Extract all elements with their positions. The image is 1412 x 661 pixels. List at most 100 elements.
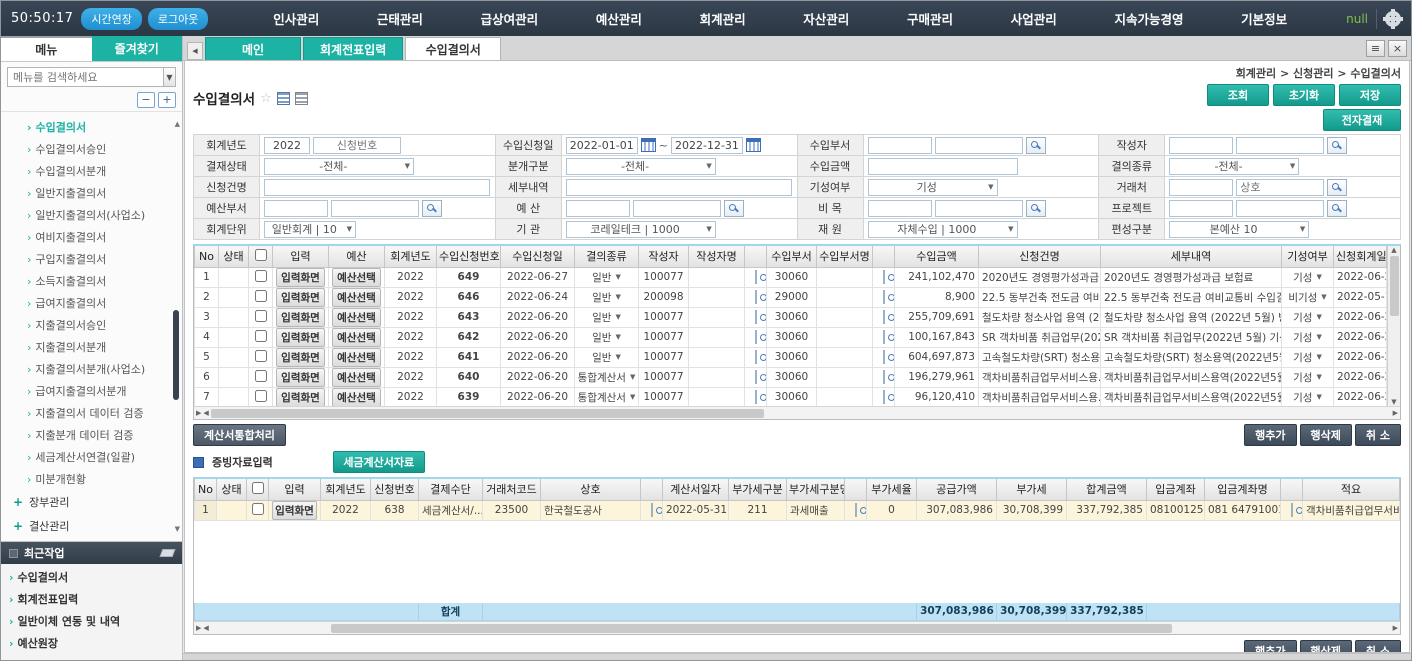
extend-time-button[interactable]: 시간연장: [81, 8, 141, 30]
evidence-grid-hscrollbar[interactable]: ▶◀ ▶: [194, 621, 1400, 634]
delete-row-button-bottom[interactable]: 행삭제: [1300, 640, 1352, 653]
date-from-input[interactable]: [566, 137, 638, 154]
code-input[interactable]: [566, 200, 630, 217]
decision-type-select[interactable]: 일반▼: [578, 290, 635, 305]
delete-row-button[interactable]: 행삭제: [1300, 424, 1352, 446]
sidebar-group[interactable]: +장부관리: [13, 490, 182, 514]
tab-list-icon[interactable]: ≡: [1366, 40, 1385, 57]
decision-type-select[interactable]: 일반▼: [578, 270, 635, 285]
topbar-menu-item[interactable]: 지속가능경영: [1114, 9, 1183, 28]
cancel-button-bottom[interactable]: 취 소: [1355, 640, 1401, 653]
add-row-button[interactable]: 행추가: [1244, 424, 1296, 446]
decision-type-cell[interactable]: 일반▼: [575, 287, 639, 307]
title-cell[interactable]: 객차비품취급업무서비스용...: [979, 367, 1101, 387]
search-button[interactable]: [1291, 503, 1293, 517]
filter-select[interactable]: -전체-▼: [566, 158, 716, 175]
clear-recent-icon[interactable]: [160, 549, 176, 557]
decision-type-select[interactable]: 일반▼: [578, 310, 635, 325]
sidebar-item[interactable]: ›지출결의서분개: [27, 336, 182, 358]
open-input-screen-button[interactable]: 입력화면: [276, 348, 325, 367]
doc-tab[interactable]: 수입결의서: [405, 37, 501, 60]
income-grid-row[interactable]: 5입력화면예산선택20226412022-06-20일반▼10007730060…: [195, 347, 1387, 367]
refresh-icon[interactable]: [295, 92, 308, 105]
hscroll-thumb[interactable]: [211, 409, 764, 418]
search-button[interactable]: [1327, 200, 1347, 217]
sidebar-item[interactable]: ›일반지출결의서(사업소): [27, 204, 182, 226]
search-button[interactable]: [1327, 137, 1347, 154]
title-cell[interactable]: 22.5 동부건축 전도금 여비...: [979, 287, 1101, 307]
save-button[interactable]: 저장: [1339, 84, 1401, 106]
title-cell[interactable]: 철도차량 청소사업 용역 (2...: [979, 307, 1101, 327]
code-input[interactable]: [868, 200, 932, 217]
calendar-icon[interactable]: [641, 138, 656, 152]
search-button[interactable]: [724, 200, 744, 217]
filter-select[interactable]: 일반회계 | 10▼: [264, 221, 356, 238]
text-input[interactable]: [566, 179, 792, 196]
grid-column-header[interactable]: [247, 479, 269, 500]
income-grid-row[interactable]: 1입력화면예산선택20226492022-06-27일반▼10007730060…: [195, 267, 1387, 287]
income-grid-hscrollbar[interactable]: ▶◀ ▶: [194, 406, 1400, 419]
topbar-menu-item[interactable]: 회계관리: [700, 9, 746, 28]
code-input[interactable]: [868, 137, 932, 154]
complete-select[interactable]: 기성▼: [1285, 270, 1330, 285]
complete-cell[interactable]: 비기성▼: [1282, 287, 1334, 307]
select-budget-button[interactable]: 예산선택: [332, 308, 381, 327]
topbar-menu-item[interactable]: 급상여관리: [481, 9, 539, 28]
complete-select[interactable]: 비기성▼: [1285, 290, 1330, 305]
tab-menu[interactable]: 메뉴: [1, 36, 92, 61]
tax-invoice-button[interactable]: 세금계산서자료: [333, 451, 425, 473]
sidebar-item[interactable]: ›미분개현황: [27, 468, 182, 490]
tree-scroll-thumb[interactable]: [173, 310, 179, 400]
search-button[interactable]: [883, 350, 885, 364]
search-button[interactable]: [755, 370, 757, 384]
decision-type-select[interactable]: 일반▼: [578, 330, 635, 345]
search-dropdown-icon[interactable]: ▼: [163, 67, 176, 87]
recent-item[interactable]: ›일반이체 연동 및 내역: [9, 610, 182, 632]
invoice-merge-button[interactable]: 계산서통합처리: [193, 424, 286, 446]
row-checkbox[interactable]: [255, 370, 267, 382]
name-input[interactable]: [331, 200, 419, 217]
search-button[interactable]: [755, 270, 757, 284]
tree-scrollbar[interactable]: ▲▼: [172, 120, 180, 533]
row-checkbox[interactable]: [255, 290, 267, 302]
calendar-icon[interactable]: [746, 138, 761, 152]
sidebar-group[interactable]: +결산관리: [13, 514, 182, 538]
complete-cell[interactable]: 기성▼: [1282, 347, 1334, 367]
open-input-screen-button[interactable]: 입력화면: [276, 388, 325, 407]
search-button[interactable]: [755, 310, 757, 324]
search-button[interactable]: [855, 503, 857, 517]
select-budget-button[interactable]: 예산선택: [332, 388, 381, 407]
sidebar-item[interactable]: ›지출결의서분개(사업소): [27, 358, 182, 380]
doc-tab[interactable]: 회계전표입력: [303, 37, 403, 60]
open-input-screen-button[interactable]: 입력화면: [276, 308, 325, 327]
search-button[interactable]: [883, 390, 885, 404]
name-input[interactable]: [633, 200, 721, 217]
gear-icon[interactable]: [1385, 11, 1401, 27]
decision-type-cell[interactable]: 일반▼: [575, 347, 639, 367]
select-all-checkbox[interactable]: [255, 249, 267, 261]
complete-select[interactable]: 기성▼: [1285, 370, 1330, 385]
row-checkbox[interactable]: [255, 390, 267, 402]
search-button[interactable]: [651, 503, 653, 517]
topbar-menu-item[interactable]: 예산관리: [596, 9, 642, 28]
sidebar-item[interactable]: ›수입결의서: [27, 116, 182, 138]
add-row-button-bottom[interactable]: 행추가: [1244, 640, 1296, 653]
row-checkbox[interactable]: [255, 330, 267, 342]
filter-select[interactable]: -전체-▼: [1169, 158, 1299, 175]
select-budget-button[interactable]: 예산선택: [332, 368, 381, 387]
close-icon[interactable]: ×: [1388, 40, 1407, 57]
complete-cell[interactable]: 기성▼: [1282, 267, 1334, 287]
reset-button[interactable]: 초기화: [1273, 84, 1335, 106]
grid-column-header[interactable]: [249, 246, 273, 267]
filter-select[interactable]: 자체수입 | 1000▼: [868, 221, 1018, 238]
filter-select[interactable]: 코레일테크 | 1000▼: [566, 221, 716, 238]
search-button[interactable]: [755, 390, 757, 404]
income-grid-row[interactable]: 2입력화면예산선택20226462022-06-24일반▼20009829000…: [195, 287, 1387, 307]
sidebar-item[interactable]: ›세금계산서연결(일괄): [27, 446, 182, 468]
complete-select[interactable]: 기성▼: [1285, 390, 1330, 405]
collapse-all-button[interactable]: −: [137, 92, 155, 108]
favorite-star-icon[interactable]: ☆: [260, 91, 272, 106]
open-input-screen-button[interactable]: 입력화면: [276, 268, 325, 287]
name-input[interactable]: [1236, 137, 1324, 154]
filter-select[interactable]: 본예산 10▼: [1169, 221, 1309, 238]
